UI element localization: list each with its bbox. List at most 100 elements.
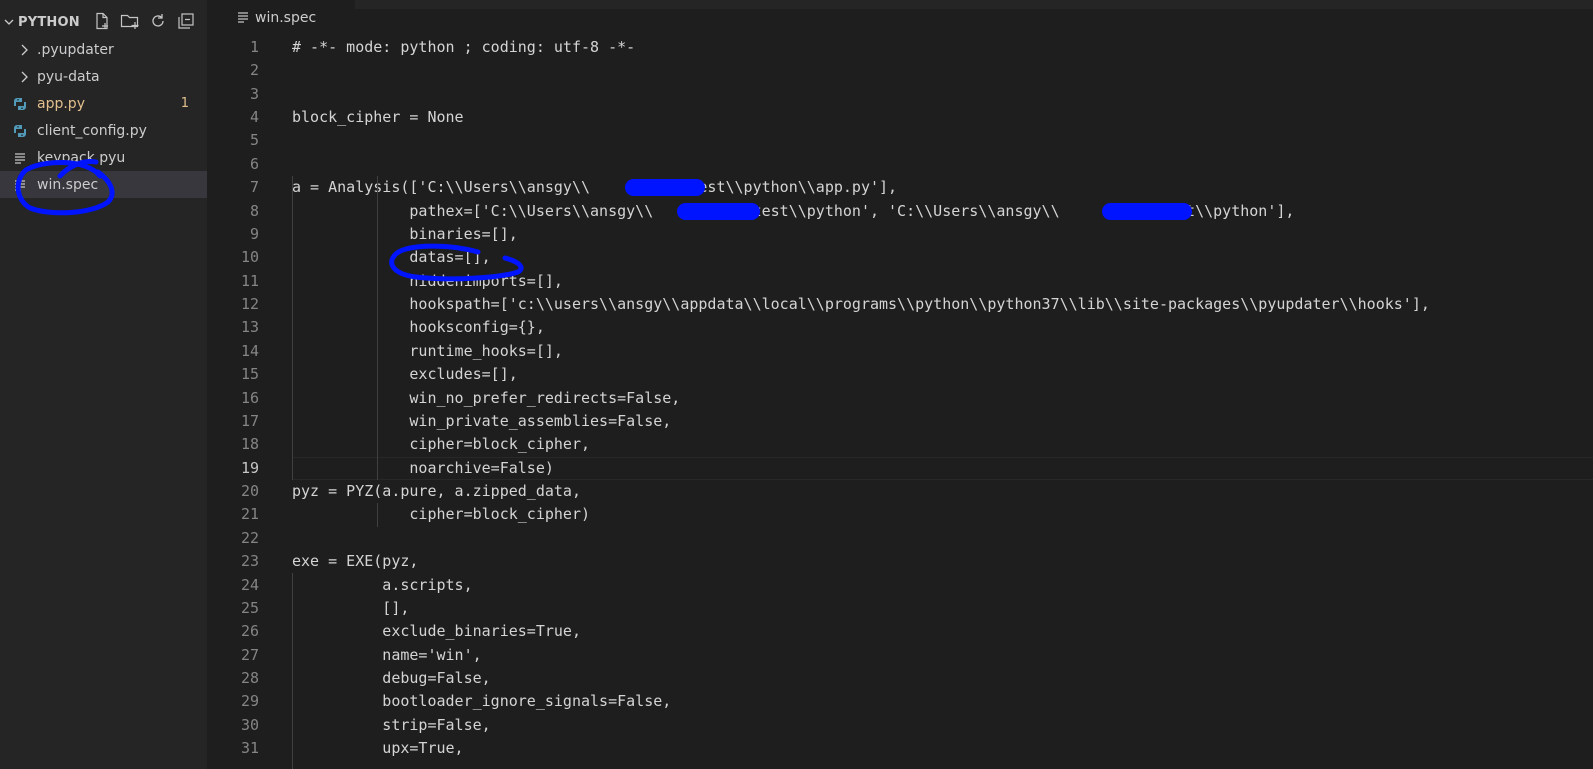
refresh-icon[interactable]	[148, 11, 168, 31]
code-line[interactable]: 29 bootloader_ignore_signals=False,	[207, 690, 1593, 713]
python-icon	[12, 96, 28, 112]
line-code: noarchive=False)	[292, 458, 554, 477]
code-line[interactable]: 15 excludes=[],	[207, 363, 1593, 386]
line-code: name='win',	[292, 645, 482, 664]
chevron-down-icon[interactable]	[4, 17, 14, 27]
indent-guide	[377, 503, 378, 527]
line-code: debug=False,	[292, 668, 491, 687]
tree-item-label: win.spec	[37, 176, 99, 193]
code-line[interactable]: 20 pyz = PYZ(a.pure, a.zipped_data,	[207, 480, 1593, 503]
code-line[interactable]: 30 strip=False,	[207, 714, 1593, 737]
code-line[interactable]: 17 win_private_assemblies=False,	[207, 410, 1593, 433]
line-number: 1	[249, 38, 259, 56]
tree-item-label: client_config.py	[37, 122, 147, 139]
line-number: 6	[249, 154, 259, 173]
lines-icon	[12, 150, 28, 166]
code-line[interactable]: 11 hiddenimports=[],	[207, 270, 1593, 293]
code-line[interactable]: 22	[207, 527, 1593, 550]
line-number: 9	[249, 224, 259, 243]
line-code: # -*- mode: python ; coding: utf-8 -*-	[292, 38, 636, 56]
code-line[interactable]: 14 runtime_hooks=[],	[207, 340, 1593, 363]
new-file-icon[interactable]	[92, 11, 112, 31]
tab-label: win.spec	[255, 9, 317, 26]
line-number: 19	[240, 458, 259, 477]
tree-item-label: keypack.pyu	[37, 149, 126, 166]
collapse-all-icon[interactable]	[176, 11, 196, 31]
code-line[interactable]: 25 [],	[207, 597, 1593, 620]
code-line[interactable]: 19 noarchive=False)	[207, 456, 1593, 480]
explorer-title: PYTHON	[18, 14, 80, 30]
line-number: 31	[240, 739, 259, 758]
line-number: 4	[249, 108, 259, 127]
line-code: [],	[292, 598, 410, 617]
code-line[interactable]: 26 exclude_binaries=True,	[207, 620, 1593, 643]
code-line[interactable]: 27 name='win',	[207, 644, 1593, 667]
line-number: 30	[240, 715, 259, 734]
code-line[interactable]: 12 hookspath=['c:\\users\\ansgy\\appdata…	[207, 293, 1593, 316]
line-code: datas=[],	[292, 248, 491, 267]
code-line[interactable]: 8 pathex=['C:\\Users\\ansgy\\ \\test\\py…	[207, 200, 1593, 223]
code-line[interactable]: 6	[207, 153, 1593, 176]
tree-item-app-py[interactable]: app.py 1	[0, 90, 207, 117]
line-number: 26	[240, 622, 259, 641]
tree-item-keypack-pyu[interactable]: keypack.pyu	[0, 144, 207, 171]
tree-item-label: app.py	[37, 95, 85, 112]
lines-icon	[237, 11, 249, 25]
code-line[interactable]: 23 exe = EXE(pyz,	[207, 550, 1593, 573]
code-line[interactable]: 1 # -*- mode: python ; coding: utf-8 -*-	[207, 36, 1593, 59]
redaction-mark	[625, 179, 705, 196]
chevron-right-icon	[16, 69, 32, 85]
file-tree: .pyupdater pyu-data app.py 1 client_conf…	[0, 36, 207, 198]
code-line[interactable]: 13 hooksconfig={},	[207, 316, 1593, 339]
editor-tabbar: win.spec	[207, 0, 1593, 35]
line-number: 5	[249, 131, 259, 150]
line-number: 29	[240, 692, 259, 711]
code-editor[interactable]: 1 # -*- mode: python ; coding: utf-8 -*- 2…	[207, 35, 1593, 769]
new-folder-icon[interactable]	[120, 11, 140, 31]
code-line[interactable]: 3	[207, 83, 1593, 106]
code-line[interactable]: 9 binaries=[],	[207, 223, 1593, 246]
code-line[interactable]: 24 a.scripts,	[207, 574, 1593, 597]
code-line[interactable]: 18 cipher=block_cipher,	[207, 433, 1593, 456]
code-line[interactable]: 7 a = Analysis(['C:\\Users\\ansgy\\ \\tes…	[207, 176, 1593, 199]
line-number: 13	[240, 318, 259, 337]
line-code: a = Analysis(['C:\\Users\\ansgy\\ \\test…	[292, 178, 898, 197]
tree-item-client-config-py[interactable]: client_config.py	[0, 117, 207, 144]
line-number: 10	[240, 248, 259, 267]
chevron-right-icon	[16, 42, 32, 58]
tab-win-spec[interactable]: win.spec	[207, 0, 355, 35]
code-line[interactable]: 4 block_cipher = None	[207, 106, 1593, 129]
tree-item-label: .pyupdater	[37, 41, 114, 58]
code-line[interactable]: 2	[207, 59, 1593, 82]
line-number: 20	[240, 482, 259, 501]
tree-item-pyupdater[interactable]: .pyupdater	[0, 36, 207, 63]
tree-item-pyu-data[interactable]: pyu-data	[0, 63, 207, 90]
line-code: pyz = PYZ(a.pure, a.zipped_data,	[292, 482, 581, 501]
line-code: win_private_assemblies=False,	[292, 411, 672, 430]
line-code: hiddenimports=[],	[292, 271, 563, 290]
line-number: 25	[240, 598, 259, 617]
code-line[interactable]: 5	[207, 129, 1593, 152]
line-code: binaries=[],	[292, 224, 518, 243]
code-line[interactable]: 28 debug=False,	[207, 667, 1593, 690]
line-code: cipher=block_cipher)	[292, 505, 591, 524]
line-number: 2	[249, 61, 259, 80]
line-number: 18	[240, 435, 259, 454]
line-code: win_no_prefer_redirects=False,	[292, 388, 681, 407]
line-code: upx=True,	[292, 739, 464, 758]
line-code: excludes=[],	[292, 365, 518, 384]
code-line[interactable]: 16 win_no_prefer_redirects=False,	[207, 387, 1593, 410]
python-icon	[12, 123, 28, 139]
line-number: 24	[240, 575, 259, 594]
line-code: a.scripts,	[292, 575, 473, 594]
redaction-mark	[1102, 203, 1192, 220]
line-number: 7	[249, 178, 259, 197]
code-line[interactable]: 31 upx=True,	[207, 737, 1593, 760]
tree-item-win-spec[interactable]: win.spec	[0, 171, 207, 198]
code-line[interactable]: 10 datas=[],	[207, 246, 1593, 269]
lines-icon	[12, 177, 28, 193]
code-line[interactable]: 21 cipher=block_cipher)	[207, 503, 1593, 526]
line-number: 27	[240, 645, 259, 664]
tree-item-label: pyu-data	[37, 68, 100, 85]
explorer-header[interactable]: PYTHON	[0, 9, 207, 35]
